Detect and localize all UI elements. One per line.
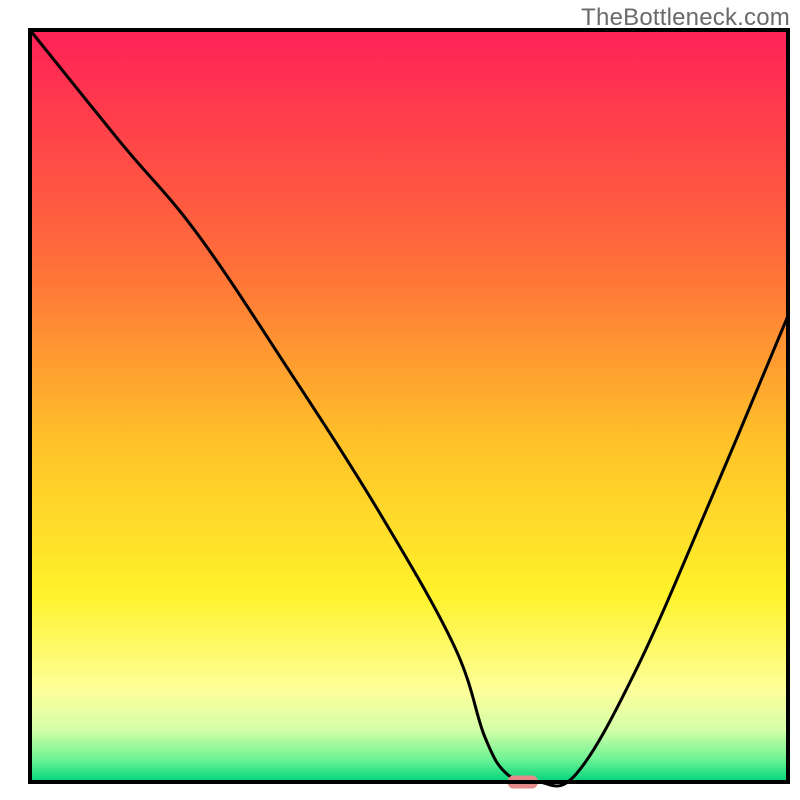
bottleneck-chart: TheBottleneck.com: [0, 0, 800, 800]
chart-canvas: [0, 0, 800, 800]
plot-background: [30, 30, 788, 782]
watermark-text: TheBottleneck.com: [581, 4, 790, 32]
